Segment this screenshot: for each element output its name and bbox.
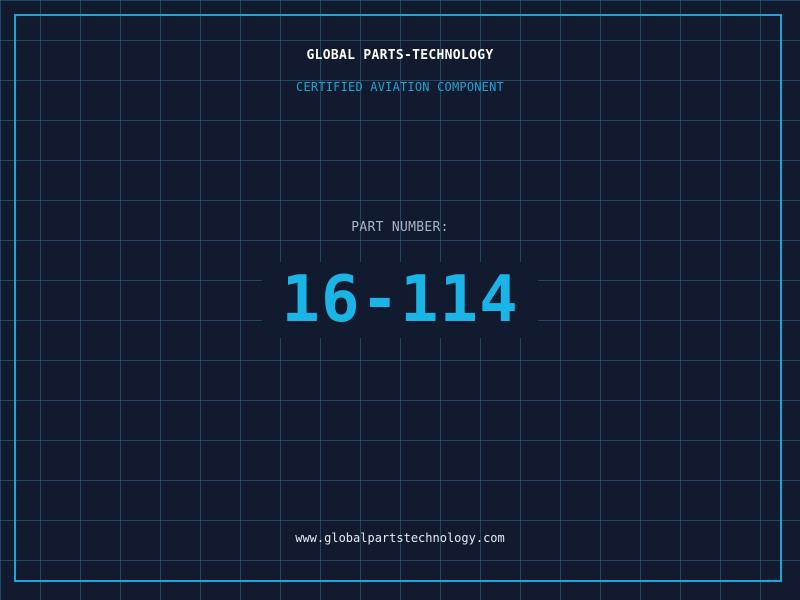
certification-subtitle: CERTIFIED AVIATION COMPONENT [296, 80, 504, 94]
website-url: www.globalpartstechnology.com [295, 531, 505, 545]
part-number-value: 16-114 [262, 262, 538, 338]
part-number-label: PART NUMBER: [351, 220, 449, 235]
company-title: GLOBAL PARTS-TECHNOLOGY [306, 48, 494, 63]
component-card: GLOBAL PARTS-TECHNOLOGY CERTIFIED AVIATI… [0, 0, 800, 600]
